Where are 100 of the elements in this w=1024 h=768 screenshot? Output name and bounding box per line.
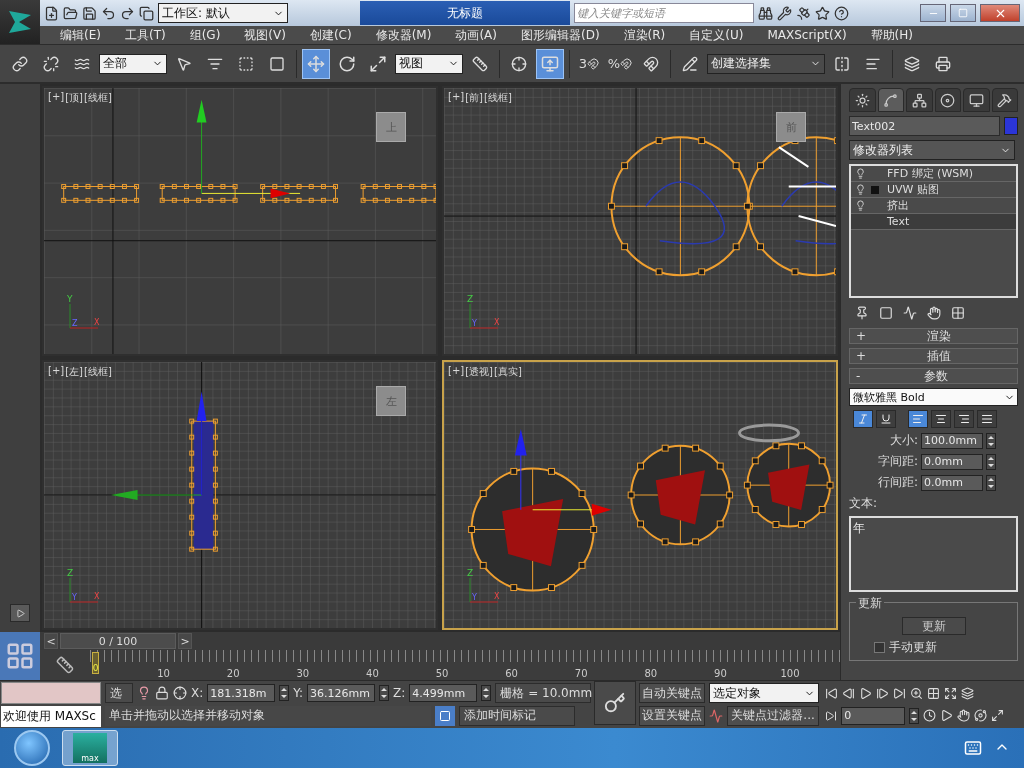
viewport-layout-icon[interactable] <box>0 632 40 680</box>
listener-field[interactable] <box>1 682 101 704</box>
taskbar-app-button[interactable]: max <box>62 730 118 766</box>
folder-icon[interactable] <box>63 5 78 21</box>
spinner-icon[interactable] <box>986 453 996 470</box>
lightbulb-icon[interactable] <box>855 168 866 179</box>
object-name-field[interactable]: Text002 <box>849 116 1000 136</box>
menu-item[interactable]: 图形编辑器(D) <box>508 26 612 44</box>
spinner-icon[interactable] <box>279 685 290 702</box>
star-icon[interactable] <box>814 5 830 21</box>
monitor-icon[interactable] <box>963 88 990 112</box>
pan-icon[interactable] <box>957 709 971 723</box>
menu-item[interactable]: 工具(T) <box>112 26 178 44</box>
coordinate-field[interactable]: 36.126mm <box>307 684 376 703</box>
monitor-up-icon[interactable] <box>536 48 564 79</box>
lightbulb-icon[interactable] <box>137 686 151 701</box>
text-field[interactable]: 年 <box>849 516 1018 592</box>
modifier-stack-item[interactable]: FFD 绑定 (WSM) <box>851 166 1016 182</box>
rollout-header[interactable]: + 插值 <box>849 348 1018 364</box>
redo-icon[interactable] <box>120 5 135 21</box>
spinner-icon[interactable] <box>909 707 920 724</box>
add-time-tag-field[interactable]: 添加时间标记 <box>459 705 575 726</box>
go-to-end-icon[interactable] <box>893 686 907 700</box>
lightbulb-icon[interactable] <box>855 184 866 195</box>
keyboard-icon[interactable] <box>964 739 982 757</box>
move-icon[interactable] <box>302 48 330 79</box>
lightbulb-icon[interactable] <box>855 200 866 211</box>
copy-icon[interactable] <box>139 5 154 21</box>
magnet-icon[interactable] <box>620 57 633 70</box>
time-slider[interactable]: 0 / 100 <box>60 633 176 649</box>
help-icon[interactable] <box>833 5 849 21</box>
spinner-icon[interactable] <box>986 474 996 491</box>
maximize-viewport-icon[interactable] <box>991 709 1005 723</box>
snap-toggle[interactable]: 3 <box>575 48 603 79</box>
object-color-swatch[interactable] <box>1004 117 1018 135</box>
underline-icon[interactable] <box>876 410 896 428</box>
coordinate-field[interactable]: 4.499mm <box>409 684 478 703</box>
viewport-label[interactable]: [顶] <box>65 91 83 105</box>
spinner-icon[interactable] <box>379 685 390 702</box>
hammer-icon[interactable] <box>991 88 1018 112</box>
viewport-label[interactable]: [真实] <box>494 365 522 379</box>
previous-frame-button[interactable]: < <box>44 633 58 649</box>
italic-icon[interactable] <box>853 410 873 428</box>
viewport-label[interactable]: [+] <box>448 365 465 379</box>
number-field[interactable]: 0.0mm <box>921 453 983 470</box>
viewport-label[interactable]: [+] <box>48 91 65 105</box>
zoom-icon[interactable] <box>910 686 924 700</box>
font-dropdown[interactable]: 微软雅黑 Bold <box>849 388 1018 406</box>
menu-item[interactable]: 动画(A) <box>443 26 509 44</box>
undo-icon[interactable] <box>101 5 116 21</box>
viewport-label[interactable]: [前] <box>465 91 483 105</box>
coordinate-field[interactable]: 181.318m <box>207 684 276 703</box>
menu-item[interactable]: MAXScript(X) <box>755 28 859 42</box>
close-button[interactable] <box>980 4 1020 22</box>
menu-item[interactable]: 编辑(E) <box>48 26 113 44</box>
search-field[interactable]: 键入关键字或短语 <box>573 3 754 23</box>
wrench-icon[interactable] <box>776 5 792 21</box>
key-filters-button[interactable]: 关键点过滤器... <box>727 705 819 726</box>
menu-item[interactable]: 帮助(H) <box>858 26 925 44</box>
viewport-label[interactable]: [+] <box>448 91 465 105</box>
snap-toggle[interactable]: % <box>606 48 634 79</box>
viewport-label[interactable]: [线框] <box>484 91 512 105</box>
checkbox[interactable] <box>874 642 885 653</box>
curve-icon[interactable] <box>877 88 904 112</box>
rollout-header[interactable]: + 渲染 <box>849 328 1018 344</box>
crosshair-icon[interactable] <box>173 686 187 701</box>
menu-item[interactable]: 修改器(M) <box>363 26 444 44</box>
start-button[interactable] <box>14 730 50 766</box>
key-mode-dropdown[interactable]: 选定对象 <box>709 683 820 704</box>
maximize-button[interactable] <box>950 4 976 22</box>
listener-output[interactable]: 欢迎使用 MAXSc <box>1 705 101 727</box>
new-file-icon[interactable] <box>44 5 59 21</box>
play-icon[interactable] <box>859 686 873 700</box>
modifier-stack-item[interactable]: Text <box>851 214 1016 230</box>
application-button[interactable] <box>0 0 40 44</box>
next-frame-button[interactable]: > <box>178 633 192 649</box>
menu-item[interactable]: 自定义(U) <box>677 26 756 44</box>
orbit-icon[interactable] <box>974 709 988 723</box>
key-icon[interactable] <box>594 681 637 725</box>
modifier-stack-item[interactable]: UVW 贴图 <box>851 182 1016 198</box>
modifier-list-dropdown[interactable]: 修改器列表 <box>849 140 1015 160</box>
workspace-dropdown[interactable]: 工作区: 默认 <box>158 3 288 23</box>
viewport-label[interactable]: [线框] <box>84 365 112 379</box>
viewport[interactable]: [+][透视][真实] Z Y X <box>442 360 838 630</box>
named-selection-set-dropdown[interactable]: 创建选择集 <box>707 53 825 74</box>
save-icon[interactable] <box>82 5 97 21</box>
align-right-icon[interactable] <box>954 410 974 428</box>
update-button[interactable]: 更新 <box>901 617 966 635</box>
current-frame-field[interactable]: 0 <box>841 706 906 725</box>
next-frame-icon[interactable] <box>876 686 890 700</box>
spinner-icon[interactable] <box>986 432 996 449</box>
go-to-start-icon[interactable] <box>825 686 839 700</box>
spinner-icon[interactable] <box>481 685 492 702</box>
align-left-icon[interactable] <box>908 410 928 428</box>
number-field[interactable]: 0.0mm <box>921 474 983 491</box>
rollout-header[interactable]: - 参数 <box>849 368 1018 384</box>
menu-item[interactable]: 视图(V) <box>232 26 298 44</box>
align-justify-icon[interactable] <box>977 410 997 428</box>
hierarchy-icon[interactable] <box>906 88 933 112</box>
viewport-label[interactable]: [左] <box>65 365 83 379</box>
